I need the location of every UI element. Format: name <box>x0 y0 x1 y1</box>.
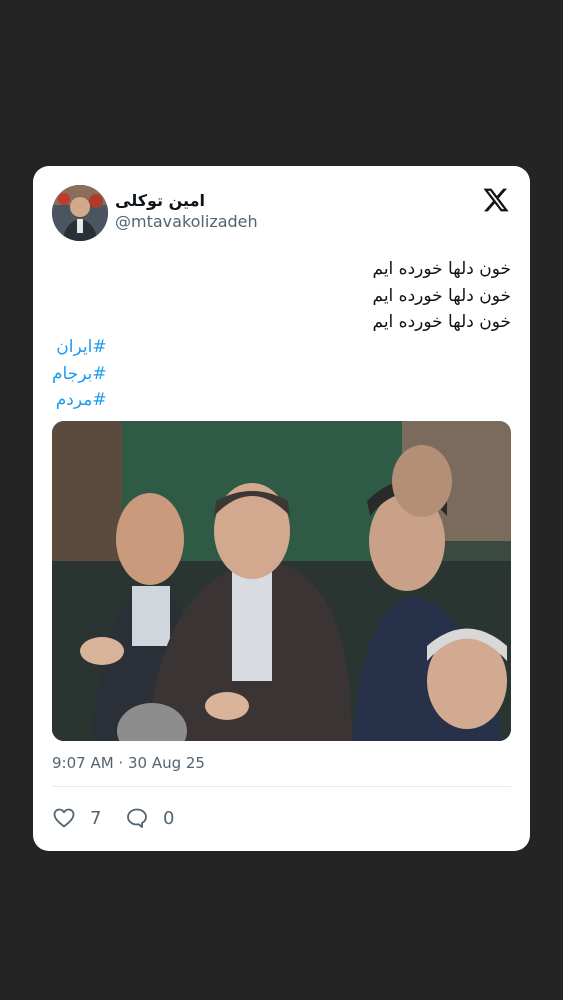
like-button[interactable]: 7 <box>52 806 101 830</box>
reply-count: 0 <box>163 807 175 829</box>
hashtag-list: #ایران #برجام #مردم <box>52 334 107 414</box>
speech-bubble-icon <box>127 808 147 828</box>
hashtag-link[interactable]: #مردم <box>52 387 107 414</box>
tweet-line: خون دلها خورده ایم <box>372 285 512 306</box>
tweet-line: خون دلها خورده ایم <box>372 312 512 332</box>
heart-icon <box>53 808 75 828</box>
reply-button[interactable]: 0 <box>125 806 174 830</box>
avatar[interactable] <box>52 185 108 241</box>
tweet-line: خون دلها خورده ایم <box>372 259 512 279</box>
tweet-text: خون دلها خورده ایم خون دلها خورده ایم خو… <box>91 256 512 336</box>
divider <box>52 786 511 787</box>
hashtag-link[interactable]: #ایران <box>52 334 106 361</box>
tweet-photo[interactable] <box>52 421 511 741</box>
hashtag-link[interactable]: #برجام <box>52 361 107 388</box>
author-handle[interactable]: @mtavakolizadeh <box>115 212 258 231</box>
like-count: 7 <box>90 807 102 829</box>
x-logo-icon[interactable] <box>482 186 510 214</box>
tweet-card: امین توکلی @mtavakolizadeh خون دلها خورد… <box>33 166 530 851</box>
tweet-timestamp[interactable]: 9:07 AM · 30 Aug 25 <box>52 754 205 772</box>
author-display-name[interactable]: امین توکلی <box>115 191 235 210</box>
